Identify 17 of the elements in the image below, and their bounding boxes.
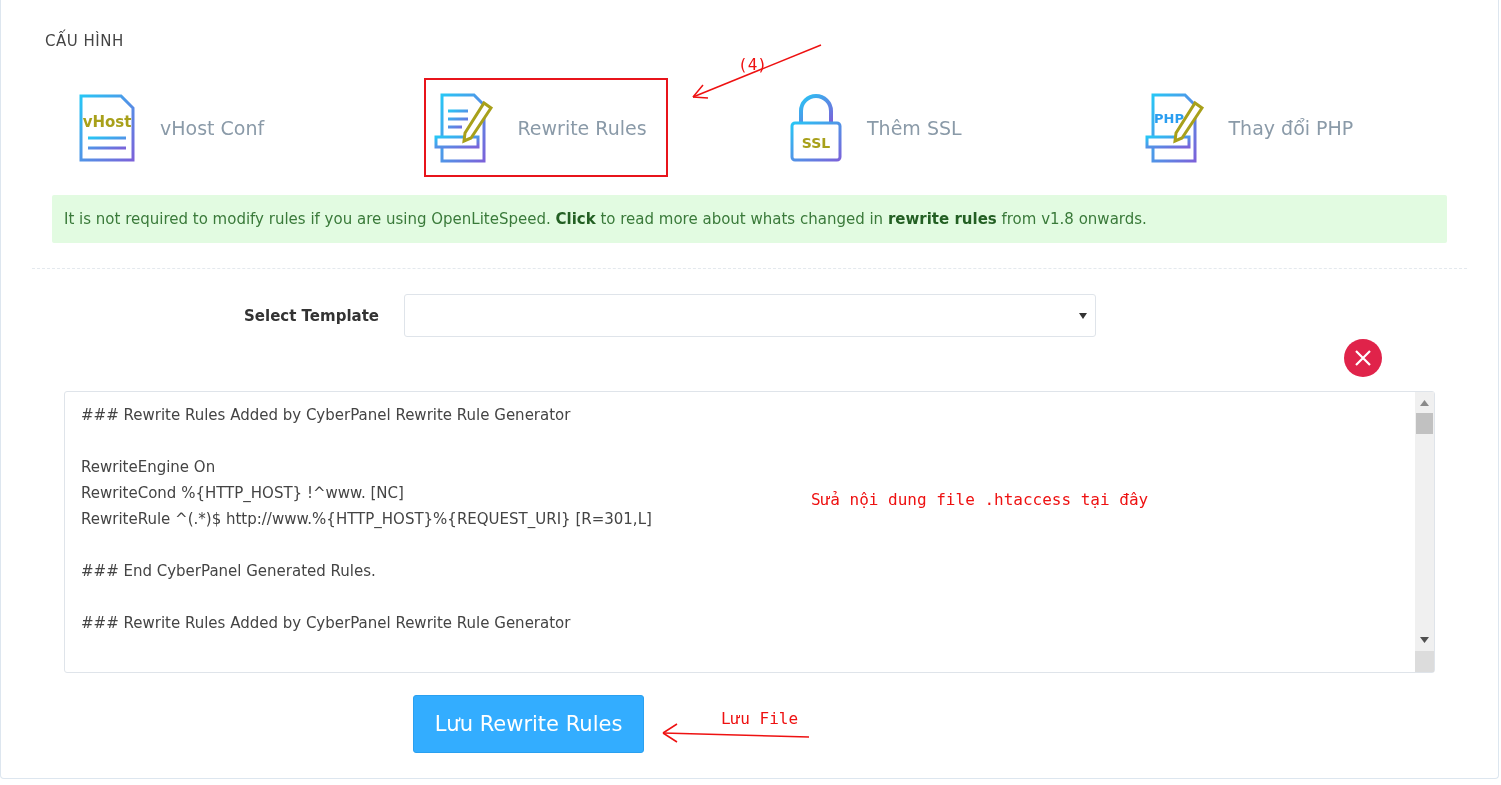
config-tile[interactable]: vHost vHost Conf <box>53 78 409 177</box>
close-icon <box>1354 349 1372 367</box>
save-button[interactable]: Lưu Rewrite Rules <box>413 695 644 753</box>
field-label: Select Template <box>243 306 379 325</box>
scrollbar[interactable] <box>1415 392 1434 672</box>
template-select[interactable] <box>404 294 1096 337</box>
annotation-text: Lưu File <box>721 709 799 728</box>
info-alert: It is not required to modify rules if you are using OpenLiteSpeed. Click to read more about whats changed in rewrite rules from v1.8 onwards. <box>52 195 1447 243</box>
caret-icon <box>1079 312 1087 319</box>
close-button[interactable] <box>1344 339 1382 377</box>
annotation-text: Sửa nội dung file .htaccess tại đây <box>811 490 1149 509</box>
highlighted-tile[interactable]: Rewrite Rules <box>423 78 668 177</box>
annotation-text: (4) <box>738 55 767 74</box>
config-tile[interactable]: PHP Thay đổi PHP <box>1119 78 1475 177</box>
config-file-icon: vHost <box>78 93 136 162</box>
config-tile[interactable]: SSL Thêm SSL <box>764 78 1120 177</box>
document-pencil-icon <box>433 92 494 163</box>
